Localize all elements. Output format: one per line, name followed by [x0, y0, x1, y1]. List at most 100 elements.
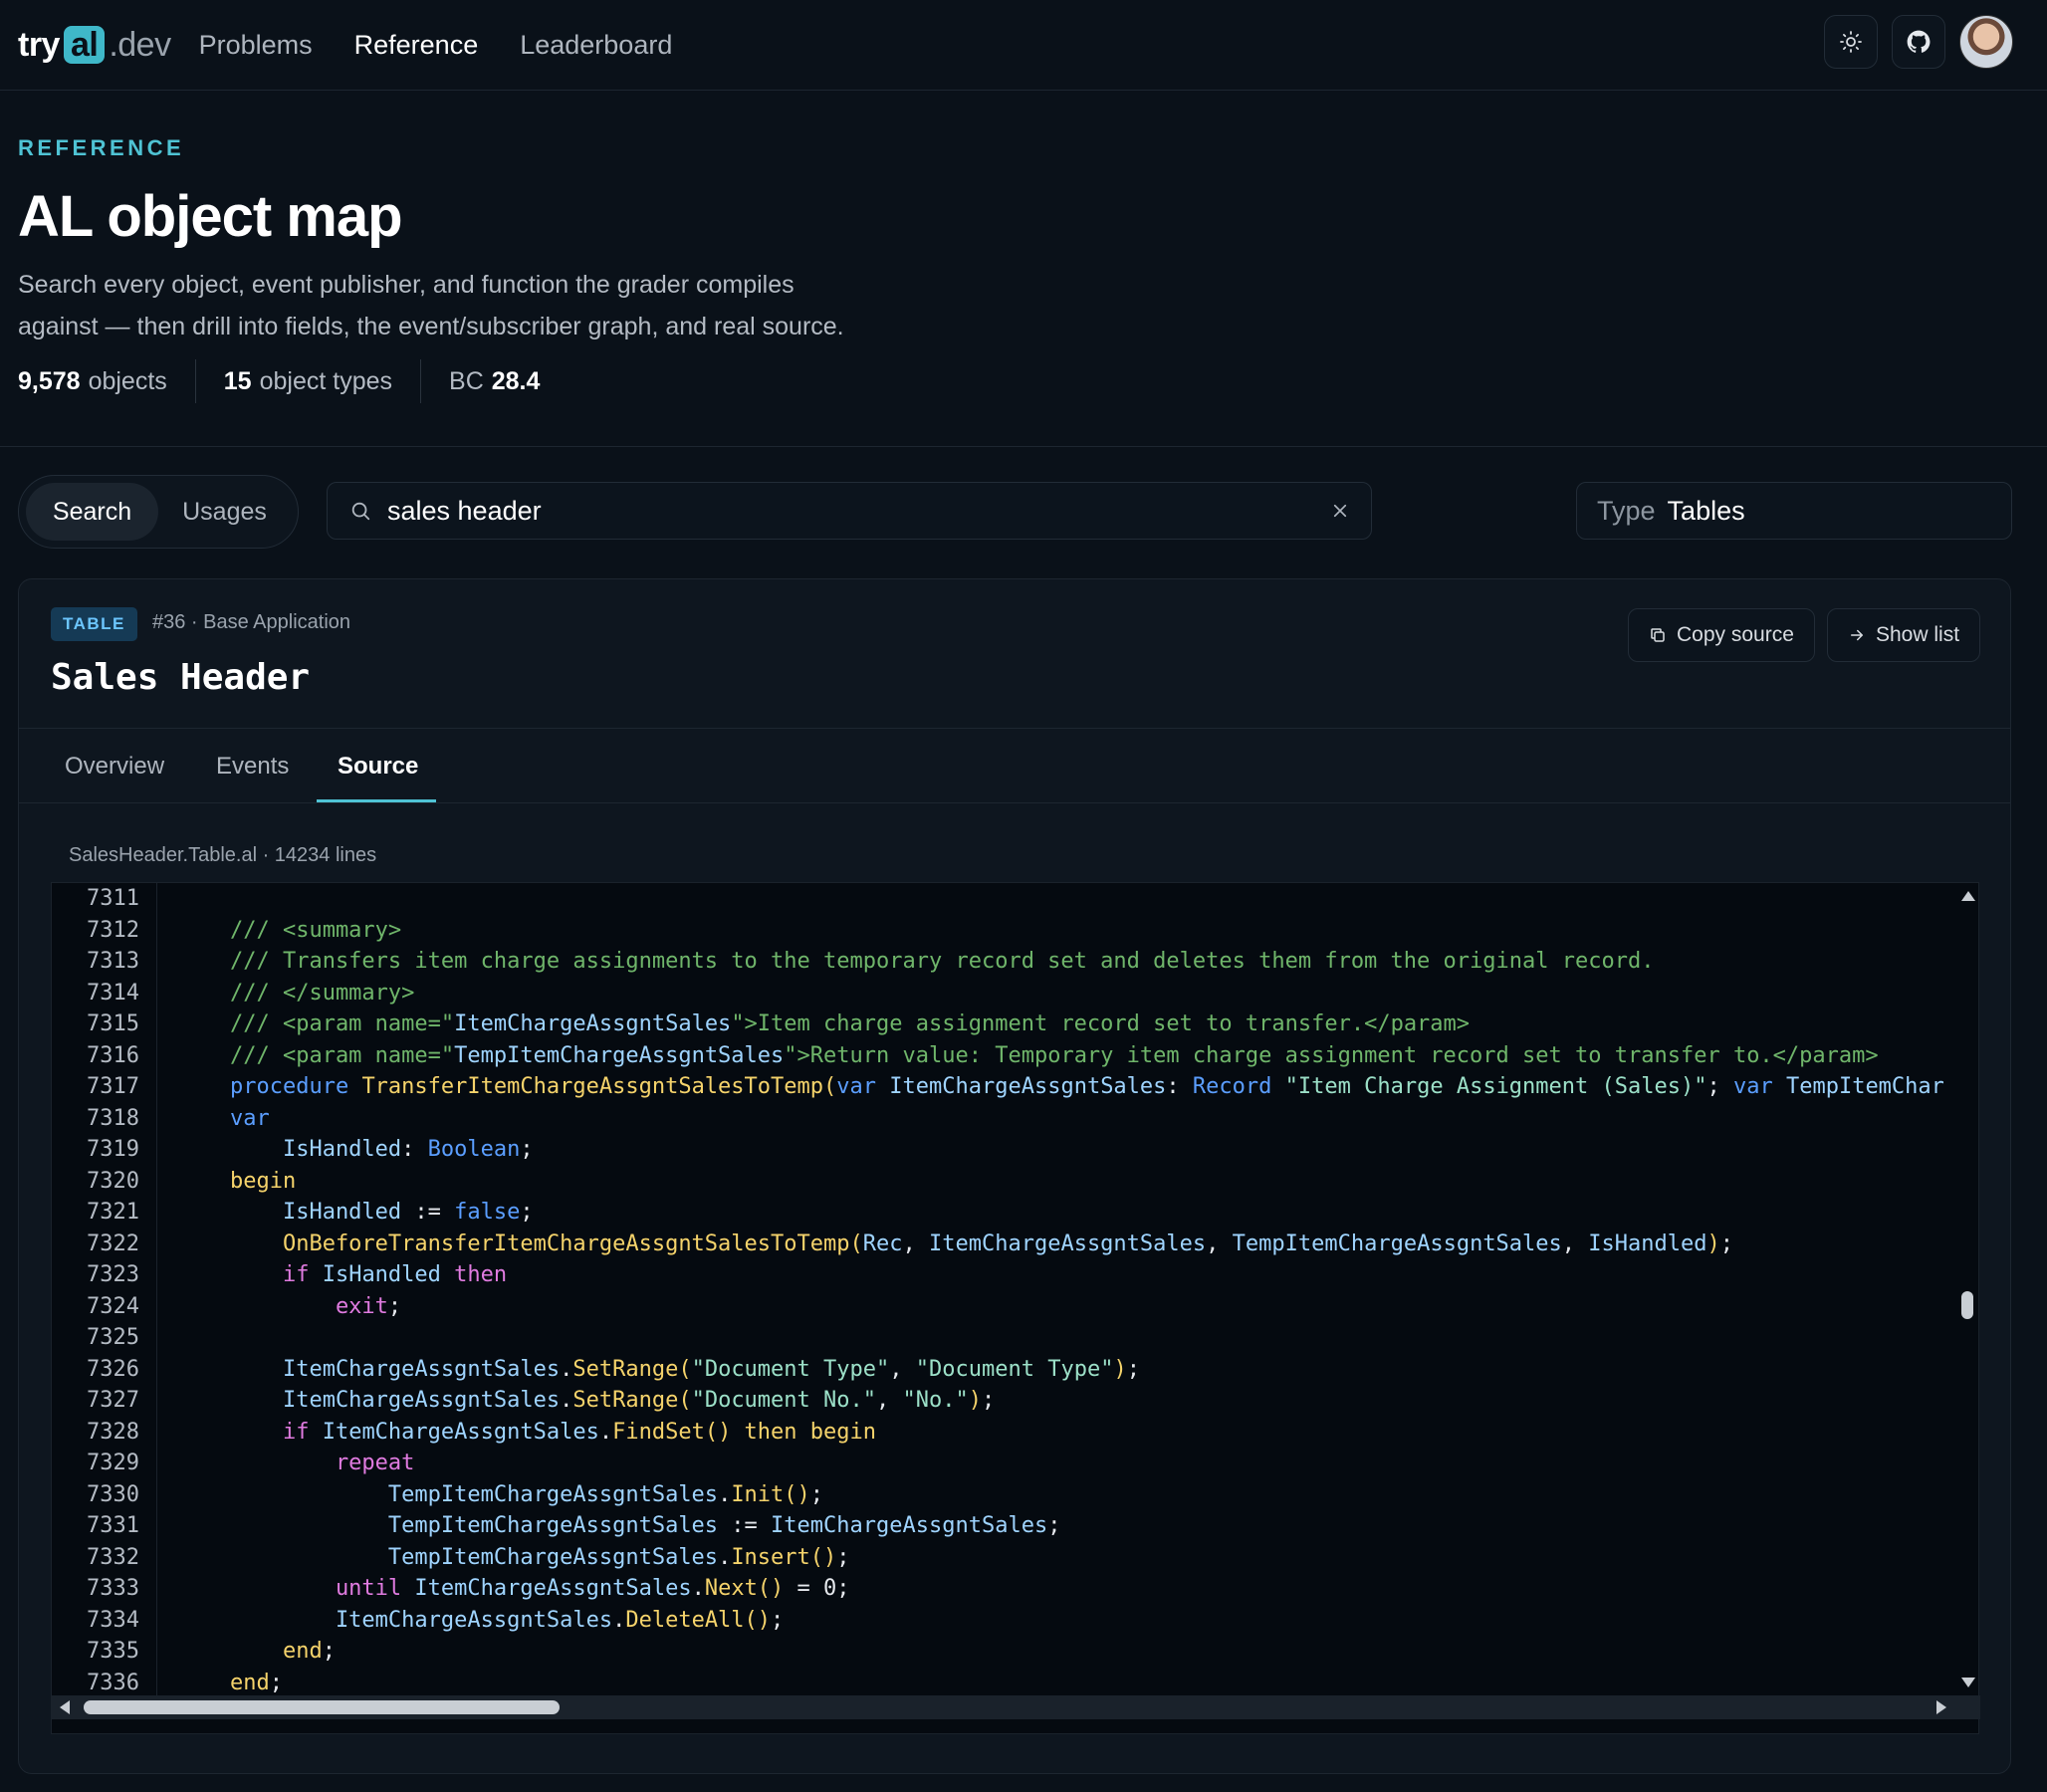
line-number: 7316 [87, 1042, 139, 1068]
code-line: 7325 [52, 1322, 1943, 1354]
code-line: 7327 ItemChargeAssgntSales.SetRange("Doc… [52, 1385, 1943, 1417]
code-line: 7333 until ItemChargeAssgntSales.Next() … [52, 1573, 1943, 1605]
code-line: 7315 /// <param name="ItemChargeAssgntSa… [52, 1008, 1943, 1040]
nav-leaderboard[interactable]: Leaderboard [520, 30, 672, 61]
tab-events[interactable]: Events [216, 729, 289, 803]
code-line: 7331 TempItemChargeAssgntSales := ItemCh… [52, 1510, 1943, 1542]
line-number: 7333 [87, 1576, 139, 1601]
line-number: 7326 [87, 1356, 139, 1382]
line-number: 7323 [87, 1262, 139, 1287]
line-source: ItemChargeAssgntSales.DeleteAll(); [177, 1607, 785, 1633]
code-line: 7336 end; [52, 1668, 1943, 1696]
code-lines: 7311 7312 /// <summary> 7313 /// Transfers… [52, 883, 1943, 1695]
clear-search-icon[interactable] [1331, 502, 1349, 520]
line-source: OnBeforeTransferItemChargeAssgntSalesToT… [177, 1231, 1734, 1256]
sun-icon [1840, 31, 1862, 53]
logo-try: try [18, 25, 60, 64]
object-tabs: Overview Events Source [19, 729, 2010, 803]
code-line: 7329 repeat [52, 1448, 1943, 1479]
tab-source[interactable]: Source [338, 729, 418, 803]
vertical-scrollbar[interactable] [1956, 883, 1978, 1695]
line-number: 7320 [87, 1168, 139, 1194]
logo-dev: .dev [109, 25, 171, 64]
tab-overview[interactable]: Overview [65, 729, 164, 803]
mode-search[interactable]: Search [26, 483, 158, 541]
type-select[interactable]: Type Tables [1576, 482, 2012, 540]
code-line: 7324 exit; [52, 1291, 1943, 1323]
avatar[interactable] [1959, 15, 2013, 69]
search-input[interactable]: sales header [327, 482, 1372, 540]
logo[interactable]: try al .dev [18, 26, 171, 65]
search-icon [351, 502, 370, 521]
line-source: repeat [177, 1451, 415, 1475]
line-number: 7327 [87, 1388, 139, 1413]
line-source: /// Transfers item charge assignments to… [177, 949, 1655, 974]
object-meta: #36 · Base Application [152, 611, 351, 633]
stat-types-count: 15 [223, 366, 252, 395]
file-info: SalesHeader.Table.al · 14234 lines [69, 844, 377, 866]
line-number: 7313 [87, 949, 139, 974]
line-source: procedure TransferItemChargeAssgntSalesT… [177, 1074, 1943, 1099]
source-viewer[interactable]: 7311 7312 /// <summary> 7313 /// Transfers… [51, 882, 1980, 1734]
theme-toggle-button[interactable] [1824, 15, 1878, 69]
scroll-left-icon[interactable] [60, 1700, 70, 1714]
type-value: Tables [1667, 495, 1745, 526]
logo-al: al [63, 26, 106, 64]
code-line: 7311 [52, 883, 1943, 915]
section-divider [0, 446, 2047, 447]
line-source: IsHandled: Boolean; [177, 1137, 534, 1162]
line-number: 7322 [87, 1231, 139, 1256]
show-list-button[interactable]: Show list [1827, 608, 1981, 662]
line-number: 7321 [87, 1200, 139, 1225]
nav-problems[interactable]: Problems [199, 30, 313, 61]
code-line: 7314 /// </summary> [52, 978, 1943, 1009]
vertical-scroll-thumb[interactable] [1961, 1291, 1973, 1319]
code-line: 7319 IsHandled: Boolean; [52, 1134, 1943, 1166]
mode-usages[interactable]: Usages [158, 483, 291, 541]
nav-reference[interactable]: Reference [354, 30, 479, 61]
mode-toggle: Search Usages [18, 475, 299, 549]
line-source: if IsHandled then [177, 1262, 508, 1287]
object-header: TABLE #36 · Base Application Sales Heade… [19, 579, 2010, 729]
stat-bc-label: BC [449, 366, 484, 395]
copy-source-label: Copy source [1677, 623, 1794, 646]
horizontal-scroll-thumb[interactable] [84, 1700, 560, 1714]
page-description: Search every object, event publisher, an… [18, 264, 934, 347]
stat-types-label: object types [259, 366, 393, 395]
line-source: ItemChargeAssgntSales.SetRange("Document… [177, 1356, 1140, 1382]
active-tab-indicator [317, 799, 436, 802]
line-source: if ItemChargeAssgntSales.FindSet() then … [177, 1419, 877, 1445]
github-icon [1907, 30, 1931, 53]
code-line: 7318 var [52, 1103, 1943, 1135]
code-line: 7326 ItemChargeAssgntSales.SetRange("Doc… [52, 1354, 1943, 1386]
line-number: 7335 [87, 1639, 139, 1664]
code-line: 7330 TempItemChargeAssgntSales.Init(); [52, 1479, 1943, 1511]
code-line: 7328 if ItemChargeAssgntSales.FindSet() … [52, 1417, 1943, 1449]
line-source: /// <param name="ItemChargeAssgntSales">… [177, 1011, 1471, 1036]
hero: REFERENCE AL object map Search every obj… [18, 135, 934, 403]
scroll-up-icon[interactable] [1961, 891, 1975, 901]
scroll-down-icon[interactable] [1961, 1678, 1975, 1687]
stat-objects-label: objects [88, 366, 167, 395]
type-label: Type [1597, 495, 1656, 526]
search-value[interactable]: sales header [387, 496, 1331, 527]
code-line: 7322 OnBeforeTransferItemChargeAssgntSal… [52, 1229, 1943, 1260]
line-source: /// <param name="TempItemChargeAssgntSal… [177, 1042, 1879, 1068]
code-line: 7323 if IsHandled then [52, 1259, 1943, 1291]
line-source: until ItemChargeAssgntSales.Next() = 0; [177, 1576, 850, 1601]
code-line: 7320 begin [52, 1166, 1943, 1198]
copy-source-button[interactable]: Copy source [1628, 608, 1815, 662]
line-number: 7324 [87, 1293, 139, 1319]
scroll-right-icon[interactable] [1936, 1700, 1946, 1714]
github-button[interactable] [1892, 15, 1945, 69]
stat-bc-version: 28.4 [491, 366, 541, 395]
line-number: 7334 [87, 1607, 139, 1633]
horizontal-scrollbar[interactable] [52, 1695, 1980, 1719]
line-source: end; [177, 1670, 283, 1695]
line-number: 7315 [87, 1011, 139, 1036]
stat-objects: 9,578 objects [18, 359, 196, 403]
line-number: 7319 [87, 1137, 139, 1162]
object-name: Sales Header [51, 657, 311, 698]
line-source: TempItemChargeAssgntSales.Init(); [177, 1481, 824, 1507]
copy-icon [1651, 628, 1665, 642]
